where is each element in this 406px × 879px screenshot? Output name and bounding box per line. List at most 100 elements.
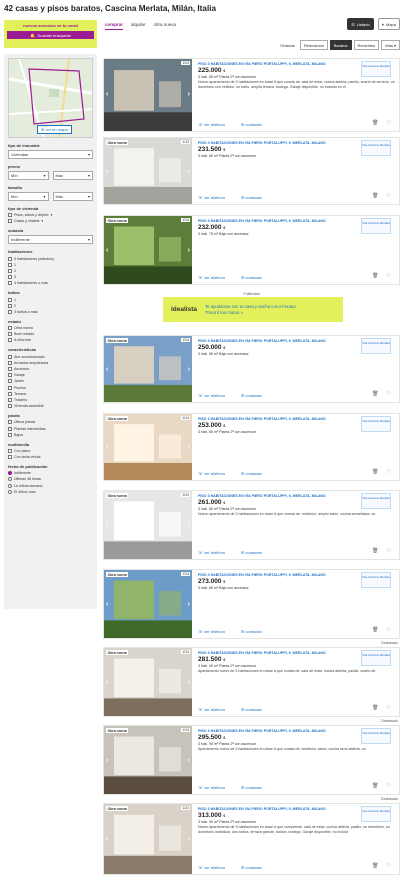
checkbox-option[interactable]: Ascensor [8, 367, 93, 371]
listing-card[interactable]: Obra nueva 1/24 ‹ › PISO 3 HABITACIONES … [103, 647, 400, 723]
phone-button[interactable]: ☏ ver teléfono [198, 629, 225, 634]
checkbox[interactable] [8, 256, 12, 261]
checkbox-option[interactable]: Piscina [8, 385, 93, 390]
heart-icon[interactable]: ♡ [387, 863, 391, 869]
checkbox[interactable] [8, 385, 12, 390]
listing-card[interactable]: Obra nueva 1/24 ‹ › PISO 3 HABITACIONES … [103, 569, 400, 645]
listing-photo[interactable]: Obra nueva 1/24 ‹ › [104, 570, 192, 638]
listing-card[interactable]: Obra nueva 1/24 ‹ › PISO 3 HABITACIONES … [103, 413, 400, 481]
heart-icon[interactable]: ♡ [387, 627, 391, 633]
contact-button[interactable]: ✉ contactar [241, 393, 262, 398]
contact-button[interactable]: ✉ contactar [241, 629, 262, 634]
listing-title[interactable]: PISO 3 HABITACIONES EN VÍA PIERO PORTALU… [198, 573, 358, 577]
phone-button[interactable]: ☏ ver teléfono [198, 275, 225, 280]
phone-button[interactable]: ☏ ver teléfono [198, 707, 225, 712]
checkbox[interactable] [8, 379, 12, 384]
listing-photo[interactable]: Obra nueva 1/24 ‹ › [104, 336, 192, 402]
radio-button[interactable] [8, 477, 12, 482]
checkbox-option[interactable]: Terraza [8, 391, 93, 396]
trash-icon[interactable]: 🗑 [372, 627, 378, 633]
chevron-right-icon[interactable]: › [188, 444, 190, 451]
checkbox[interactable] [8, 397, 12, 402]
chevron-left-icon[interactable]: ‹ [106, 366, 108, 373]
chevron-left-icon[interactable]: ‹ [106, 757, 108, 764]
chevron-left-icon[interactable]: ‹ [106, 247, 108, 254]
listing-title[interactable]: PISO 3 HABITACIONES EN VÍA PIERO PORTALU… [198, 729, 358, 733]
heart-icon[interactable]: ♡ [387, 391, 391, 397]
trash-icon[interactable]: 🗑 [372, 705, 378, 711]
checkbox-option[interactable]: 4 habitaciones o más [8, 281, 93, 286]
phone-button[interactable]: ☏ ver teléfono [198, 865, 225, 870]
checkbox[interactable] [8, 426, 12, 431]
checkbox-option[interactable]: 2 [8, 303, 93, 308]
property-type-select[interactable]: Viviendas ▾ [8, 150, 93, 159]
heart-icon[interactable]: ♡ [387, 548, 391, 554]
agency-logo[interactable]: Vita Cascina Merlata [361, 650, 391, 666]
checkbox-option[interactable]: Armarios empotrados [8, 360, 93, 365]
listing-card[interactable]: Obra nueva 1/12 ‹ › PISO 3 HABITACIONES … [103, 137, 400, 205]
agency-logo[interactable]: Vita Cascina Merlata [361, 416, 391, 432]
checkbox-option[interactable]: 1 [8, 262, 93, 267]
trash-icon[interactable]: 🗑 [372, 863, 378, 869]
checkbox-option[interactable]: Garaje [8, 373, 93, 378]
chevron-right-icon[interactable]: › [188, 247, 190, 254]
agency-logo[interactable]: Vita Cascina Merlata [361, 218, 391, 234]
mortgage-ad[interactable]: idealista Te ayudamos con tu casa y anch… [163, 297, 343, 322]
housing-type-pisos-checkbox[interactable]: Pisos, áticos y dúplex ▾ [8, 213, 93, 218]
listing-card[interactable]: Obra nueva 1/24 ‹ › PISO 3 HABITACIONES … [103, 215, 400, 285]
agency-logo[interactable]: Vita Cascina Merlata [361, 572, 391, 588]
view-on-map-button[interactable]: ⊕ ver en mapa [37, 125, 72, 134]
radio-option[interactable]: Últimas 48 horas [8, 477, 93, 482]
listing-photo[interactable]: Obra nueva 1/24 ‹ › [104, 648, 192, 716]
listing-card[interactable]: Obra nueva 1/24 ‹ › PISO 3 HABITACIONES … [103, 490, 400, 560]
contact-button[interactable]: ✉ contactar [241, 471, 262, 476]
sort-baratos-button[interactable]: Baratos [329, 40, 352, 50]
tab-alquilar[interactable]: alquilar [131, 22, 146, 30]
checkbox-option[interactable]: 3 [8, 275, 93, 280]
chevron-right-icon[interactable]: › [188, 91, 190, 98]
housing-type-casas-checkbox[interactable]: Casas y chalets ▾ [8, 219, 93, 224]
listing-photo[interactable]: Obra nueva 1/24 ‹ › [104, 414, 192, 480]
checkbox-option[interactable]: 0 habitaciones (estudios) [8, 256, 93, 261]
listing-photo[interactable]: 1/24 ‹ › [104, 59, 192, 131]
listing-photo[interactable]: Obra nueva 1/24 ‹ › [104, 726, 192, 794]
listing-photo[interactable]: Obra nueva 1/24 ‹ › [104, 216, 192, 284]
trash-icon[interactable]: 🗑 [372, 783, 378, 789]
save-search-button[interactable]: 🔔 Guardar búsqueda [7, 31, 94, 39]
agency-logo[interactable]: Vita Cascina Merlata [361, 493, 391, 509]
listing-photo[interactable]: Obra nueva 1/24 ‹ › [104, 804, 192, 874]
agency-logo[interactable]: Vita Cascina Merlata [361, 338, 391, 354]
heart-icon[interactable]: ♡ [387, 469, 391, 475]
sort-relevancia-button[interactable]: Relevancia [299, 40, 328, 50]
checkbox[interactable] [8, 303, 12, 308]
contact-button[interactable]: ✉ contactar [241, 275, 262, 280]
sort-more-button[interactable]: Más ▾ [381, 40, 400, 50]
checkbox-option[interactable]: Última planta [8, 420, 93, 425]
chevron-right-icon[interactable]: › [188, 679, 190, 686]
checkbox[interactable] [8, 404, 12, 409]
contact-button[interactable]: ✉ contactar [241, 550, 262, 555]
chevron-right-icon[interactable]: › [188, 168, 190, 175]
listing-title[interactable]: PISO 3 HABITACIONES EN VÍA PIERO PORTALU… [198, 219, 358, 223]
checkbox[interactable] [8, 391, 12, 396]
listing-card[interactable]: 1/24 ‹ › PISO 3 HABITACIONES EN VÍA PIER… [103, 58, 400, 132]
phone-button[interactable]: ☏ ver teléfono [198, 550, 225, 555]
checkbox-option[interactable]: Trastero [8, 397, 93, 402]
checkbox[interactable] [8, 268, 12, 273]
tab-comprar[interactable]: comprar [105, 22, 124, 30]
checkbox[interactable] [8, 420, 12, 425]
trash-icon[interactable]: 🗑 [372, 120, 378, 126]
chevron-right-icon[interactable]: › [188, 366, 190, 373]
chevron-right-icon[interactable]: › [188, 836, 190, 843]
checkbox[interactable] [8, 367, 12, 371]
contact-button[interactable]: ✉ contactar [241, 195, 262, 200]
checkbox-option[interactable]: Obra nueva [8, 326, 93, 331]
checkbox-option[interactable]: Bajos [8, 432, 93, 437]
heart-icon[interactable]: ♡ [387, 273, 391, 279]
agency-logo[interactable]: Vita Cascina Merlata [361, 140, 391, 156]
checkbox-option[interactable]: 2 [8, 268, 93, 273]
chevron-right-icon[interactable]: › [188, 522, 190, 529]
contact-button[interactable]: ✉ contactar [241, 785, 262, 790]
heart-icon[interactable]: ♡ [387, 705, 391, 711]
contact-button[interactable]: ✉ contactar [241, 122, 262, 127]
